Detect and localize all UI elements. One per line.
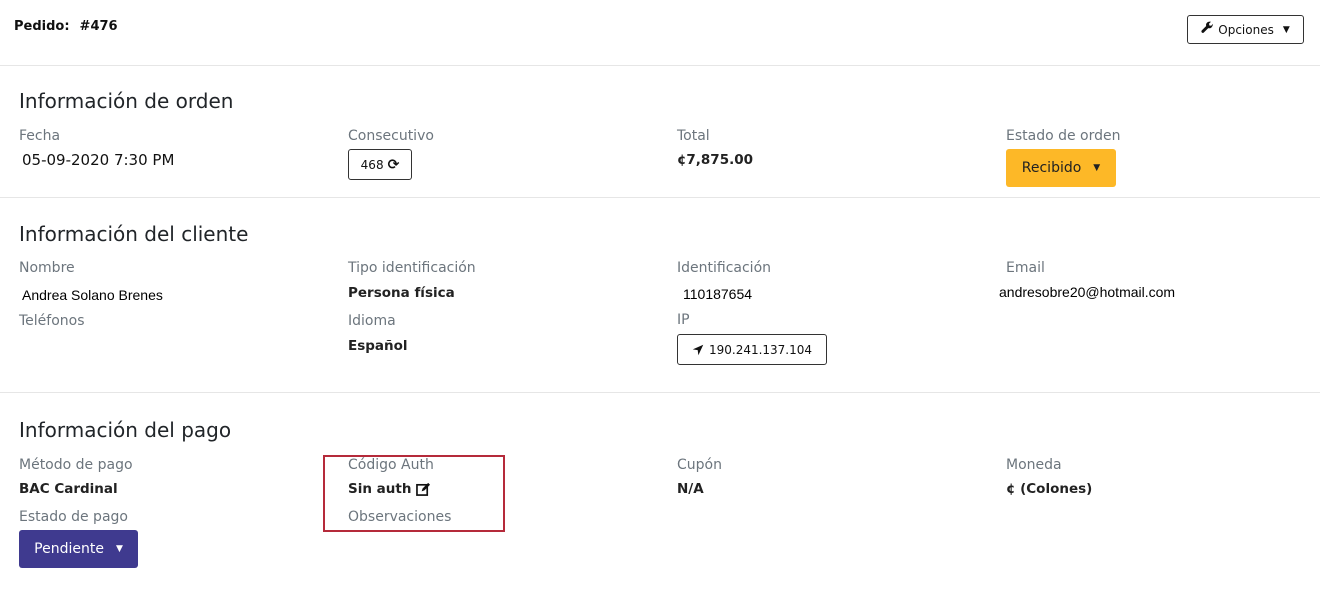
email-value: andresobre20@hotmail.com	[999, 284, 1176, 300]
divider	[0, 392, 1320, 393]
order-status-label: Estado de orden	[1006, 128, 1121, 144]
language-value: Español	[348, 338, 408, 354]
divider	[0, 197, 1320, 198]
order-status-dropdown[interactable]: Recibido ▼	[1006, 149, 1116, 187]
payment-status-dropdown[interactable]: Pendiente ▼	[19, 530, 138, 568]
header-bar	[0, 0, 1320, 66]
name-label: Nombre	[19, 260, 75, 276]
caret-down-icon: ▼	[115, 544, 123, 554]
language-label: Idioma	[348, 313, 396, 329]
id-type-value: Persona física	[348, 285, 455, 301]
caret-down-icon: ▼	[1093, 163, 1101, 173]
ip-label: IP	[677, 312, 690, 328]
payment-method-value: BAC Cardinal	[19, 481, 118, 497]
consecutive-value: 468	[360, 157, 384, 172]
payment-status-label: Estado de pago	[19, 509, 128, 525]
currency-value: ¢ (Colones)	[1006, 481, 1093, 497]
location-arrow-icon	[692, 344, 704, 356]
order-status-value: Recibido	[1021, 160, 1082, 176]
coupon-label: Cupón	[677, 457, 722, 473]
highlight-box	[323, 455, 505, 532]
consecutive-button[interactable]: 468 ⟳	[348, 149, 412, 180]
order-info-title: Información de orden	[19, 89, 234, 113]
payment-method-label: Método de pago	[19, 457, 133, 473]
consecutive-label: Consecutivo	[348, 128, 434, 144]
id-value: 110187654	[683, 286, 753, 302]
currency-label: Moneda	[1006, 457, 1062, 473]
email-label: Email	[1006, 260, 1045, 276]
caret-down-icon: ▼	[1282, 24, 1290, 35]
date-value: 05-09-2020 7:30 PM	[22, 151, 175, 169]
client-info-title: Información del cliente	[19, 222, 249, 246]
order-label: Pedido:	[14, 19, 70, 34]
date-label: Fecha	[19, 128, 61, 144]
phones-label: Teléfonos	[19, 313, 85, 329]
id-label: Identificación	[677, 260, 772, 276]
refresh-icon: ⟳	[387, 156, 400, 173]
name-value: Andrea Solano Brenes	[22, 287, 163, 303]
order-heading: Pedido: #476	[14, 19, 118, 34]
options-button[interactable]: Opciones ▼	[1187, 15, 1304, 44]
payment-info-title: Información del pago	[19, 418, 232, 442]
coupon-value: N/A	[677, 481, 704, 497]
wrench-icon	[1201, 21, 1214, 38]
order-number: #476	[79, 19, 118, 34]
id-type-label: Tipo identificación	[348, 260, 476, 276]
payment-status-value: Pendiente	[34, 541, 104, 557]
total-label: Total	[677, 128, 710, 144]
options-label: Opciones	[1218, 22, 1274, 37]
ip-value: 190.241.137.104	[708, 342, 813, 357]
ip-button[interactable]: 190.241.137.104	[677, 334, 827, 365]
total-value: ¢7,875.00	[677, 152, 754, 168]
